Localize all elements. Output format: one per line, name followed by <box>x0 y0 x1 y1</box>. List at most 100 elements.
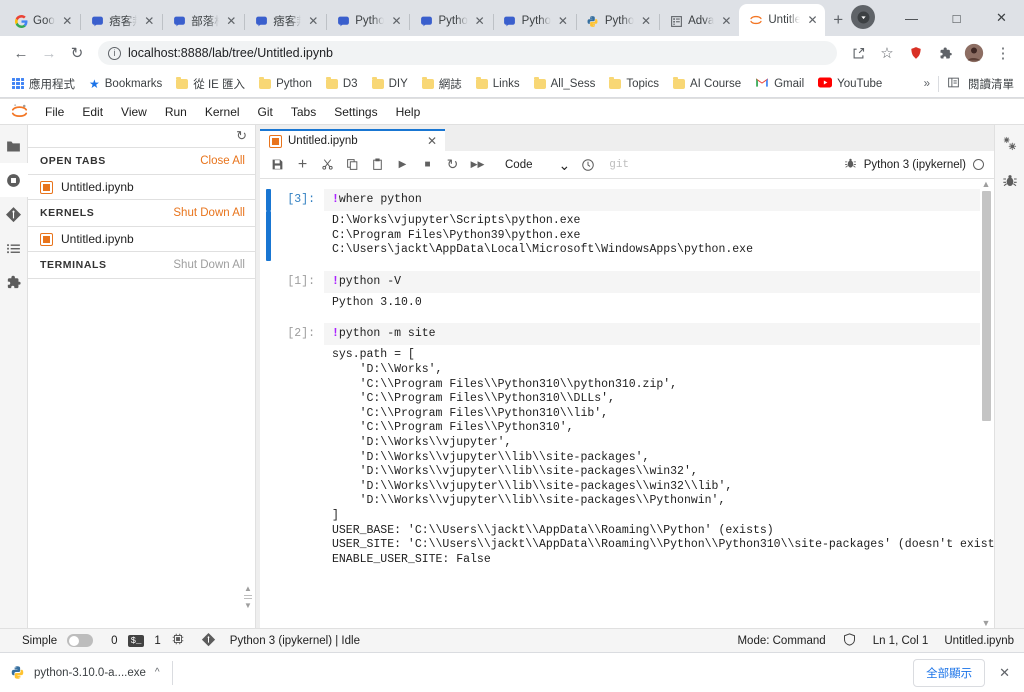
bookmark-star-icon[interactable]: ☆ <box>874 40 900 66</box>
sidebar-item-file-browser[interactable] <box>0 129 28 163</box>
chip-icon[interactable] <box>171 632 185 649</box>
scroll-up-arrow[interactable]: ▲ <box>244 584 252 593</box>
menu-git[interactable]: Git <box>249 102 282 122</box>
scroll-thumb[interactable] <box>981 191 991 421</box>
bookmark-topics[interactable]: Topics <box>603 75 665 93</box>
bookmark-bookmarks[interactable]: ★ Bookmarks <box>83 74 168 94</box>
terminal-icon[interactable]: $_ <box>127 634 145 647</box>
sidebar-item-running-sessions[interactable] <box>0 163 28 197</box>
shield-icon[interactable] <box>842 632 857 650</box>
browser-tab-1[interactable]: 痞客邦 ✕ <box>80 6 164 36</box>
clock-icon[interactable] <box>576 154 599 176</box>
menu-tabs[interactable]: Tabs <box>282 102 325 122</box>
run-cell-button[interactable]: ▶ <box>391 154 414 176</box>
shut-down-all-terminals-button[interactable]: Shut Down All <box>173 259 245 271</box>
restart-and-run-all-button[interactable]: ▶▶ <box>466 154 489 176</box>
browser-tab-4[interactable]: Python ✕ <box>326 6 411 36</box>
kernel-status-text[interactable]: Python 3 (ipykernel) | Idle <box>230 635 360 647</box>
close-icon[interactable]: ✕ <box>60 14 74 28</box>
minimize-button[interactable]: — <box>889 2 934 34</box>
address-bar[interactable]: i localhost:8888/lab/tree/Untitled.ipynb <box>98 41 837 65</box>
close-icon[interactable]: ✕ <box>556 14 570 28</box>
close-icon[interactable]: ✕ <box>427 134 437 148</box>
bug-icon[interactable] <box>844 157 857 173</box>
menu-help[interactable]: Help <box>387 102 430 122</box>
bookmark-python[interactable]: Python <box>253 75 318 93</box>
cell-input-row[interactable]: [2]: !python -m site <box>260 323 994 346</box>
notebook-scrollbar[interactable]: ▲ ▼ <box>980 179 992 628</box>
browser-menu-button[interactable]: ⋮ <box>990 40 1016 66</box>
shut-down-all-kernels-button[interactable]: Shut Down All <box>173 207 245 219</box>
browser-tab-0[interactable]: Goog ✕ <box>4 6 82 36</box>
restart-kernel-button[interactable]: ↻ <box>441 154 464 176</box>
sidebar-item-table-of-contents[interactable] <box>0 231 28 265</box>
close-icon[interactable]: ✕ <box>473 14 487 28</box>
bookmark-all-sess[interactable]: All_Sess <box>528 75 602 93</box>
maximize-button[interactable]: □ <box>934 2 979 34</box>
insert-cell-button[interactable]: + <box>291 154 314 176</box>
close-icon[interactable]: ✕ <box>805 13 819 27</box>
browser-tab-7[interactable]: Python ✕ <box>576 6 661 36</box>
bookmark-apps[interactable]: 應用程式 <box>6 73 81 95</box>
browser-tab-2[interactable]: 部落格 ✕ <box>162 6 246 36</box>
sidebar-item-git[interactable] <box>0 197 28 231</box>
cell-source[interactable]: !python -V <box>324 270 980 293</box>
menu-run[interactable]: Run <box>156 102 196 122</box>
kernel-item[interactable]: Untitled.ipynb <box>28 227 255 251</box>
sidebar-item-property-inspector[interactable] <box>998 131 1022 155</box>
sidebar-item-debugger[interactable] <box>998 169 1022 193</box>
browser-tab-5[interactable]: Python ✕ <box>409 6 494 36</box>
avatar[interactable] <box>961 40 987 66</box>
close-icon[interactable]: ✕ <box>719 14 733 28</box>
back-button[interactable]: ← <box>8 40 34 66</box>
close-all-button[interactable]: Close All <box>200 155 245 167</box>
close-icon[interactable]: ✕ <box>306 14 320 28</box>
close-icon[interactable]: ✕ <box>639 14 653 28</box>
kernel-name-label[interactable]: Python 3 (ipykernel) <box>864 159 966 171</box>
bookmark-links[interactable]: Links <box>470 75 526 93</box>
menu-view[interactable]: View <box>112 102 156 122</box>
site-info-icon[interactable]: i <box>108 46 121 60</box>
puzzle-icon[interactable] <box>932 40 958 66</box>
extension-icon[interactable] <box>903 40 929 66</box>
bookmark-blog[interactable]: 網誌 <box>416 73 468 95</box>
refresh-icon[interactable]: ↻ <box>236 128 247 144</box>
open-tab-item[interactable]: Untitled.ipynb <box>28 175 255 199</box>
paste-icon[interactable] <box>366 154 389 176</box>
close-icon[interactable]: ✕ <box>224 14 238 28</box>
scroll-track[interactable] <box>981 191 991 616</box>
bookmark-diy[interactable]: DIY <box>366 75 414 93</box>
notebook-tab-untitled[interactable]: Untitled.ipynb ✕ <box>260 129 445 151</box>
bookmarks-overflow-button[interactable]: » <box>924 78 930 90</box>
bookmark-gmail[interactable]: Gmail <box>749 74 810 94</box>
scroll-down-arrow[interactable]: ▼ <box>982 618 991 628</box>
download-item[interactable]: python-3.10.0-a....exe ^ <box>10 660 173 685</box>
close-download-shelf-button[interactable]: ✕ <box>999 665 1014 681</box>
bookmark-ai-course[interactable]: AI Course <box>667 75 747 93</box>
cell-input-row[interactable]: [1]: !python -V <box>260 270 994 293</box>
cell-source[interactable]: !python -m site <box>324 323 980 346</box>
reload-button[interactable]: ↻ <box>64 40 90 66</box>
close-icon[interactable]: ✕ <box>389 14 403 28</box>
cell-source[interactable]: !where python <box>324 189 980 211</box>
profile-badge-icon[interactable] <box>851 5 875 29</box>
scroll-down-arrow[interactable]: ▼ <box>244 601 252 610</box>
share-icon[interactable] <box>845 40 871 66</box>
simple-mode-toggle[interactable] <box>67 634 94 647</box>
menu-file[interactable]: File <box>36 102 73 122</box>
browser-tab-3[interactable]: 痞客邦 ✕ <box>244 6 328 36</box>
menu-settings[interactable]: Settings <box>325 102 386 122</box>
close-window-button[interactable]: ✕ <box>979 2 1024 34</box>
bookmark-d3[interactable]: D3 <box>320 75 364 93</box>
browser-tab-9-active[interactable]: Untitled ✕ <box>739 4 826 36</box>
cell-type-select[interactable]: Code ⌄ <box>497 157 574 173</box>
bookmark-ie-import[interactable]: 從 IE 匯入 <box>170 73 251 95</box>
close-icon[interactable]: ✕ <box>142 14 156 28</box>
menu-edit[interactable]: Edit <box>73 102 112 122</box>
chevron-up-icon[interactable]: ^ <box>155 667 160 678</box>
scroll-up-arrow[interactable]: ▲ <box>982 179 991 189</box>
menu-kernel[interactable]: Kernel <box>196 102 249 122</box>
browser-tab-8[interactable]: Advan ✕ <box>659 6 741 36</box>
sidebar-item-extension-manager[interactable] <box>0 265 28 299</box>
new-tab-button[interactable]: + <box>825 6 851 34</box>
